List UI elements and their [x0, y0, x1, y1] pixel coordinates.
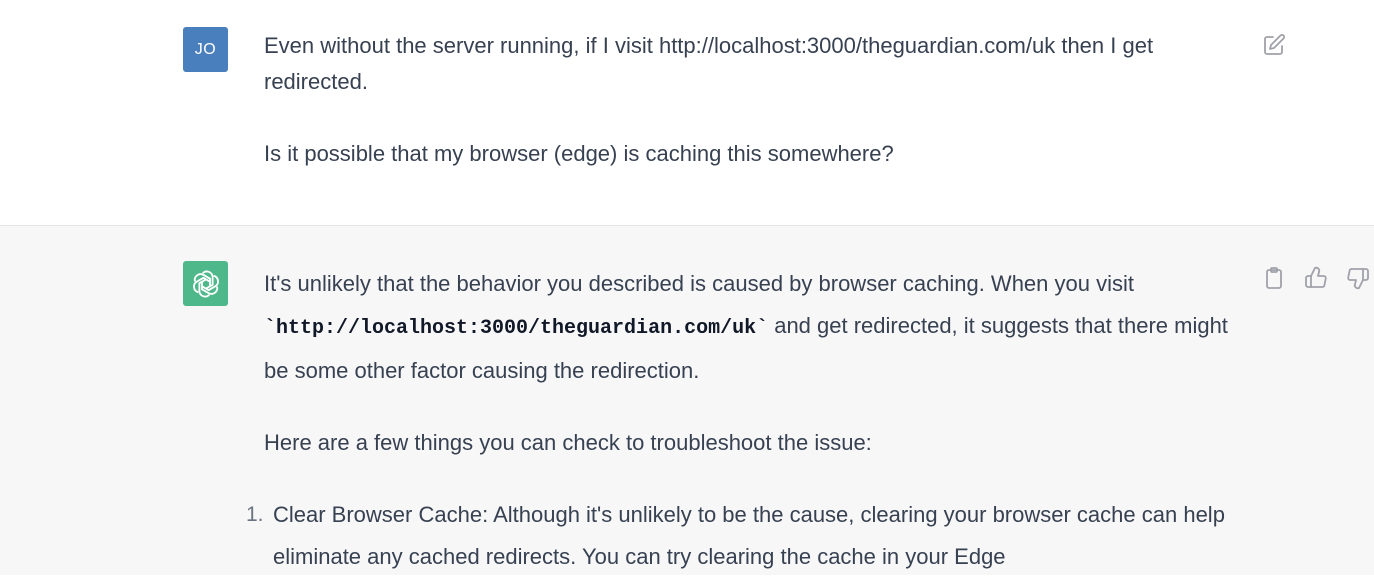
list-item-text: Clear Browser Cache: Although it's unlik… — [273, 502, 1225, 569]
user-message-paragraph: Is it possible that my browser (edge) is… — [264, 141, 894, 166]
troubleshoot-heading: Here are a few things you can check to t… — [264, 430, 872, 455]
user-avatar: JO — [183, 27, 228, 72]
list-item-number: 1. — [246, 503, 264, 526]
assistant-avatar — [183, 261, 228, 306]
thumbs-up-button[interactable] — [1304, 266, 1328, 290]
copy-button[interactable] — [1262, 266, 1286, 290]
copy-icon — [1266, 267, 1282, 289]
thumbs-down-icon — [1347, 268, 1369, 290]
user-message: JO Even without the server running, if I… — [0, 0, 1374, 226]
list-item: 1. Clear Browser Cache: Although it's un… — [246, 494, 1239, 578]
intro-text-part1: It's unlikely that the behavior you desc… — [264, 271, 1134, 296]
thumbs-down-button[interactable] — [1346, 266, 1370, 290]
openai-logo-icon — [192, 270, 219, 297]
assistant-message-text: It's unlikely that the behavior you desc… — [246, 263, 1239, 578]
user-avatar-initials: JO — [194, 40, 217, 58]
inline-code: `http://localhost:3000/theguardian.com/u… — [264, 317, 769, 340]
edit-button[interactable] — [1262, 33, 1286, 57]
thumbs-up-icon — [1305, 266, 1327, 288]
user-message-paragraph: Even without the server running, if I vi… — [264, 33, 1154, 94]
message-actions — [1262, 266, 1370, 290]
user-message-text: Even without the server running, if I vi… — [264, 28, 1224, 172]
edit-icon — [1264, 34, 1285, 55]
troubleshoot-list: 1. Clear Browser Cache: Although it's un… — [246, 494, 1239, 578]
assistant-message: It's unlikely that the behavior you desc… — [0, 226, 1374, 575]
assistant-intro-paragraph: It's unlikely that the behavior you desc… — [264, 263, 1239, 392]
